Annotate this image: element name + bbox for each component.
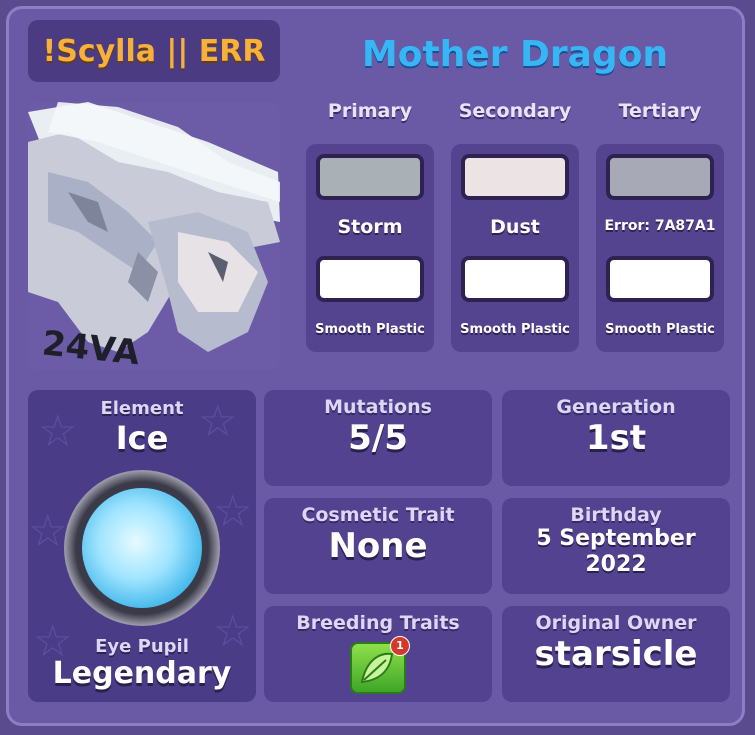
original-owner-value: starsicle: [534, 634, 698, 674]
birthday-year: 2022: [585, 552, 647, 577]
eye-pupil-value: Legendary: [52, 656, 232, 691]
cosmetic-trait-value: None: [328, 526, 428, 566]
dragon-title-text: Mother Dragon: [361, 33, 669, 75]
eye-pupil-label: Eye Pupil: [95, 636, 189, 657]
cosmetic-trait-label: Cosmetic Trait: [301, 504, 455, 526]
primary-material-swatch[interactable]: [316, 256, 424, 302]
eye-pupil-orb: [64, 470, 220, 626]
primary-color-name: Storm: [337, 216, 403, 238]
generation-panel: Generation 1st: [502, 390, 730, 486]
secondary-color-panel: Dust Smooth Plastic: [451, 144, 579, 352]
tertiary-material-name: Smooth Plastic: [605, 322, 715, 337]
element-value: Ice: [115, 419, 169, 457]
element-panel: ☆ ☆ ☆ ☆ ☆ ☆ Element Ice Eye Pupil Legend…: [28, 390, 256, 702]
birthday-panel: Birthday 5 September 2022: [502, 498, 730, 594]
breeding-traits-label: Breeding Traits: [296, 612, 460, 634]
secondary-material-name: Smooth Plastic: [460, 322, 570, 337]
dragon-title: Mother Dragon: [300, 26, 730, 82]
breeding-traits-panel: Breeding Traits 1: [264, 606, 492, 702]
breeding-trait-button[interactable]: 1: [350, 636, 410, 694]
birthday-label: Birthday: [570, 504, 662, 526]
tertiary-color-column: Tertiary: [596, 100, 724, 128]
player-tag-text: !Scylla || ERR: [42, 33, 266, 69]
dragon-portrait-image: 24VA: [28, 102, 280, 370]
secondary-color-name: Dust: [490, 216, 540, 238]
secondary-color-swatch[interactable]: [461, 154, 569, 200]
tertiary-color-name: Error: 7A87A1: [604, 218, 716, 234]
tertiary-color-panel: Error: 7A87A1 Smooth Plastic: [596, 144, 724, 352]
tertiary-material-swatch[interactable]: [606, 256, 714, 302]
original-owner-panel: Original Owner starsicle: [502, 606, 730, 702]
star-icon: ☆: [28, 506, 68, 557]
element-label: Element: [100, 398, 184, 419]
primary-color-panel: Storm Smooth Plastic: [306, 144, 434, 352]
generation-value: 1st: [585, 418, 647, 458]
tertiary-heading: Tertiary: [618, 100, 702, 122]
breeding-trait-count-badge: 1: [390, 636, 410, 656]
secondary-heading: Secondary: [458, 100, 572, 122]
birthday-date: 5 September: [536, 526, 696, 551]
secondary-material-swatch[interactable]: [461, 256, 569, 302]
primary-heading: Primary: [327, 100, 413, 122]
star-icon: ☆: [213, 486, 253, 537]
ice-orb-icon: [82, 488, 202, 608]
mutations-value: 5/5: [348, 418, 408, 458]
cosmetic-trait-panel: Cosmetic Trait None: [264, 498, 492, 594]
mutations-panel: Mutations 5/5: [264, 390, 492, 486]
primary-material-name: Smooth Plastic: [315, 322, 425, 337]
primary-color-column: Primary: [306, 100, 434, 128]
player-tag: !Scylla || ERR: [28, 20, 280, 82]
primary-color-swatch[interactable]: [316, 154, 424, 200]
secondary-color-column: Secondary: [451, 100, 579, 128]
dragon-portrait: 24VA: [28, 102, 280, 370]
generation-label: Generation: [556, 396, 676, 418]
mutations-label: Mutations: [324, 396, 432, 418]
original-owner-label: Original Owner: [535, 612, 697, 634]
tertiary-color-swatch[interactable]: [606, 154, 714, 200]
